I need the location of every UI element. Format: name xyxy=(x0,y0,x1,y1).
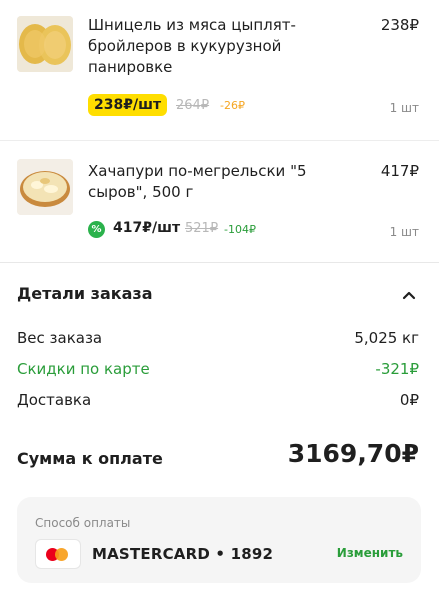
mastercard-orange-circle xyxy=(55,548,68,561)
item-title[interactable]: Хачапури по-мегрельски "5 сыров", 500 г xyxy=(88,161,358,203)
payment-method-card: Способ оплаты MASTERCARD • 1892 Изменить xyxy=(17,497,421,583)
khachapuri-image-icon xyxy=(17,159,73,215)
old-price: 521₽ xyxy=(185,221,219,236)
total-value: 3169,70₽ xyxy=(287,439,419,468)
product-image-khachapuri[interactable] xyxy=(17,159,73,215)
cart-item: Хачапури по-мегрельски "5 сыров", 500 г … xyxy=(0,141,439,256)
item-total-price: 238₽ xyxy=(380,16,419,34)
section-divider xyxy=(0,262,439,263)
product-image-schnitzel[interactable] xyxy=(17,16,73,72)
price-per-unit-badge: 238₽/шт xyxy=(88,94,168,116)
total-label: Сумма к оплате xyxy=(17,449,163,468)
cart-item: Шницель из мяса цыплят-бройлеров в кукур… xyxy=(0,0,439,135)
order-details-title[interactable]: Детали заказа xyxy=(17,284,153,303)
item-title[interactable]: Шницель из мяса цыплят-бройлеров в кукур… xyxy=(88,15,358,78)
item-quantity: 1 шт xyxy=(389,225,419,239)
mastercard-icon xyxy=(35,539,81,569)
order-weight-label: Вес заказа xyxy=(17,329,103,347)
payment-method-label: Способ оплаты xyxy=(35,516,131,530)
old-price: 264₽ xyxy=(176,98,210,113)
card-name: MASTERCARD • 1892 xyxy=(92,545,274,563)
item-quantity: 1 шт xyxy=(389,101,419,115)
price-per-unit: 417₽/шт xyxy=(113,220,181,236)
card-discount-value: -321₽ xyxy=(375,360,419,378)
discount-amount: -26₽ xyxy=(220,99,245,112)
order-weight-value: 5,025 кг xyxy=(354,329,419,347)
delivery-label: Доставка xyxy=(17,391,92,409)
delivery-value: 0₽ xyxy=(399,391,419,409)
discount-percent-icon: % xyxy=(88,221,105,238)
item-total-price: 417₽ xyxy=(380,162,419,180)
change-payment-button[interactable]: Изменить xyxy=(337,546,403,560)
card-discount-label: Скидки по карте xyxy=(17,360,150,378)
schnitzel-image-icon xyxy=(17,16,73,72)
discount-amount: -104₽ xyxy=(224,223,256,236)
chevron-up-icon[interactable] xyxy=(401,287,417,303)
